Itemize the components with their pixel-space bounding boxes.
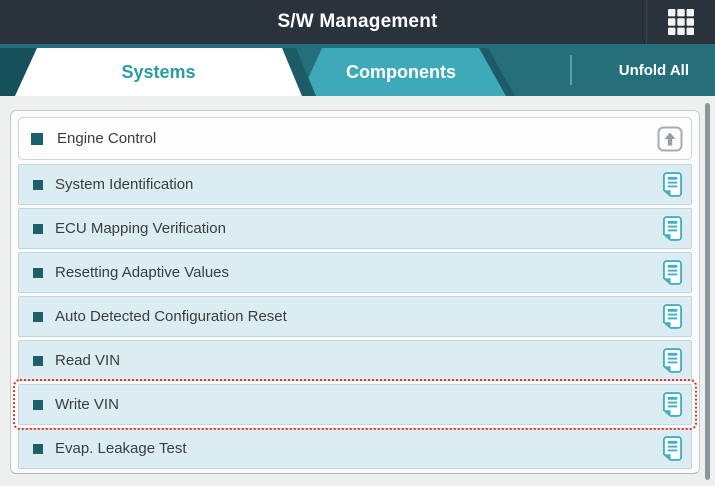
list-item-system-identification[interactable]: System Identification xyxy=(18,164,692,205)
square-bullet-icon xyxy=(33,180,43,190)
apps-grid-button[interactable] xyxy=(658,7,704,37)
square-bullet-icon xyxy=(33,356,43,366)
list-item-label: Resetting Adaptive Values xyxy=(55,264,662,281)
document-icon[interactable] xyxy=(662,304,683,329)
list-item-ecu-mapping-verification[interactable]: ECU Mapping Verification xyxy=(18,208,692,249)
document-icon[interactable] xyxy=(662,348,683,373)
list-group-engine-control[interactable]: Engine Control xyxy=(18,117,692,160)
app-header: S/W Management xyxy=(0,0,715,44)
list-item-label: Write VIN xyxy=(55,396,662,413)
square-bullet-icon xyxy=(31,133,43,145)
list-item-label: Auto Detected Configuration Reset xyxy=(55,308,662,325)
list-item-write-vin[interactable]: Write VIN xyxy=(18,384,692,425)
document-icon[interactable] xyxy=(662,392,683,417)
square-bullet-icon xyxy=(33,400,43,410)
square-bullet-icon xyxy=(33,224,43,234)
page-title: S/W Management xyxy=(277,11,437,33)
list-item-auto-detected-configuration-reset[interactable]: Auto Detected Configuration Reset xyxy=(18,296,692,337)
system-list-panel: Engine Control System Identification E xyxy=(10,110,700,474)
document-icon[interactable] xyxy=(662,260,683,285)
content-area: Engine Control System Identification E xyxy=(0,96,715,486)
unfold-all-label: Unfold All xyxy=(619,62,689,79)
square-bullet-icon xyxy=(33,312,43,322)
tab-components[interactable]: Components xyxy=(296,48,506,96)
vertical-scrollbar[interactable] xyxy=(705,103,710,480)
unfold-all-button[interactable]: Unfold All xyxy=(613,44,695,96)
document-icon[interactable] xyxy=(662,172,683,197)
tab-components-label: Components xyxy=(346,62,456,83)
document-icon[interactable] xyxy=(662,216,683,241)
list-item-read-vin[interactable]: Read VIN xyxy=(18,340,692,381)
list-item-resetting-adaptive-values[interactable]: Resetting Adaptive Values xyxy=(18,252,692,293)
tab-systems-label: Systems xyxy=(121,62,195,83)
list-item-label: Evap. Leakage Test xyxy=(55,440,662,457)
tab-bar: Components Systems xyxy=(0,44,715,96)
list-item-evap-leakage-test[interactable]: Evap. Leakage Test xyxy=(18,428,692,469)
unfold-all-divider xyxy=(570,55,572,85)
apps-grid-icon xyxy=(667,8,695,36)
tab-systems[interactable]: Systems xyxy=(15,48,302,96)
group-label: Engine Control xyxy=(57,130,657,147)
square-bullet-icon xyxy=(33,268,43,278)
list-item-label: ECU Mapping Verification xyxy=(55,220,662,237)
collapse-up-icon[interactable] xyxy=(657,126,683,152)
list-item-label: Read VIN xyxy=(55,352,662,369)
square-bullet-icon xyxy=(33,444,43,454)
header-divider xyxy=(646,0,647,44)
function-list: System Identification ECU Mapping Verifi… xyxy=(18,164,692,469)
document-icon[interactable] xyxy=(662,436,683,461)
list-item-label: System Identification xyxy=(55,176,662,193)
